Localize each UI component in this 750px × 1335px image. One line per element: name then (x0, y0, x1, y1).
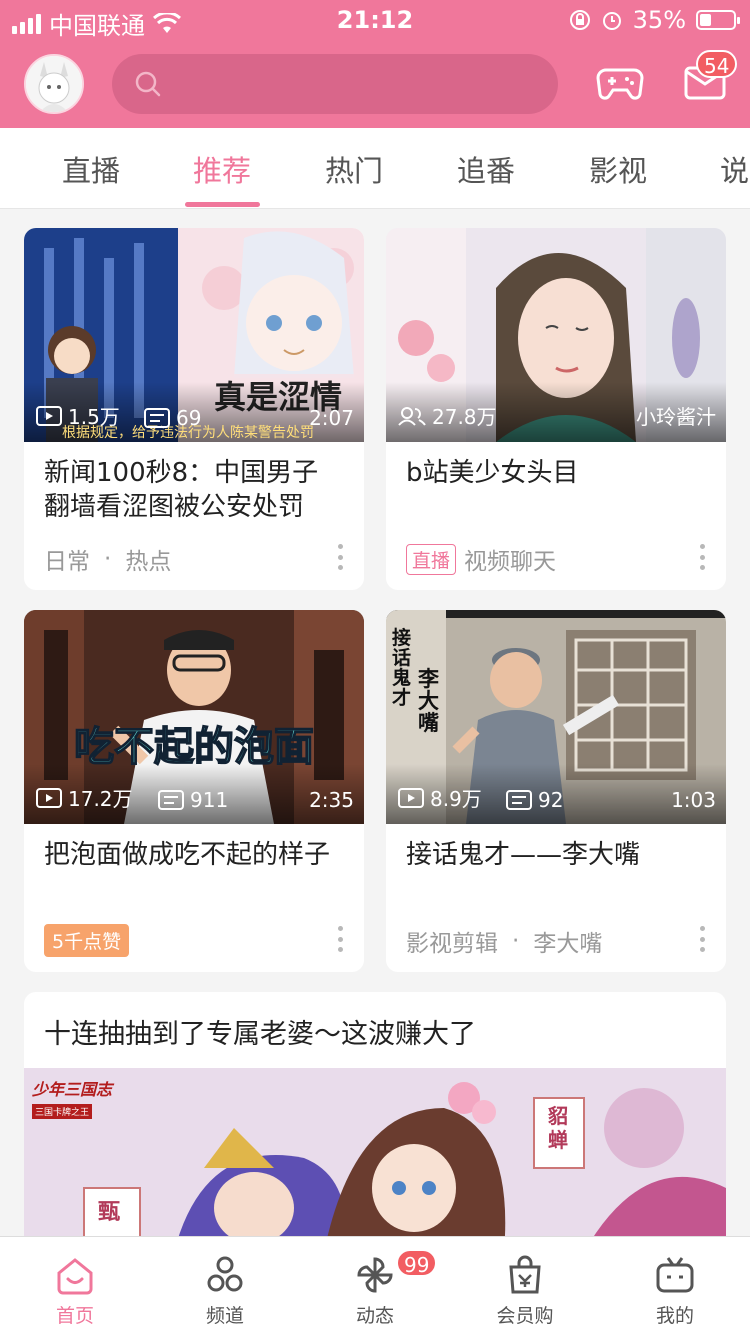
category-tabs: 直播 推荐 热门 追番 影视 说 (0, 128, 750, 209)
tab-label: 我的 (655, 1305, 694, 1327)
promo-title: 十连抽抽到了专属老婆～这波赚大了 (44, 1019, 476, 1050)
dynamics-count-badge: 99 (396, 1249, 438, 1277)
mail-count-badge: 54 (696, 50, 738, 78)
view-count: 17.2万 (36, 783, 133, 812)
comment-count: 69 (144, 406, 201, 430)
tab-anime[interactable]: 追番 (457, 148, 515, 190)
video-card[interactable]: 接话鬼才 李大嘴 8.9万 92 1:03 接话鬼才——李大嘴 影视剪辑 · 李… (386, 610, 726, 972)
game-logo: 少年三国志 三国卡牌之王 (32, 1076, 122, 1128)
game-logo-subtitle: 三国卡牌之王 (32, 1104, 93, 1119)
play-icon (36, 787, 62, 808)
tag-label: 影视剪辑 (406, 931, 498, 957)
comment-count: 911 (158, 788, 228, 812)
rotation-lock-icon (569, 10, 590, 30)
play-icon (398, 787, 424, 808)
more-options-icon[interactable] (700, 544, 706, 570)
duration: 1:03 (671, 788, 716, 812)
live-category: 视频聊天 (464, 549, 557, 575)
promo-banner: 甄 貂蝉 少年三国志 三国卡牌之王 (24, 1068, 726, 1252)
tab-mine[interactable]: 我的 (600, 1237, 750, 1335)
views-label: 8.9万 (430, 787, 482, 811)
danmaku-icon (144, 408, 170, 428)
danmaku-icon (158, 790, 184, 810)
live-tag: 直播 (406, 543, 457, 575)
live-thumbnail: 27.8万 小玲酱汁 (386, 228, 726, 442)
video-card[interactable]: 吃不起的泡面 17.2万 911 2:35 把泡面做成吃不起的样子 5千点赞 (24, 610, 364, 972)
views-label: 17.2万 (68, 787, 133, 811)
more-options-icon[interactable] (338, 926, 344, 952)
comments-label: 92 (538, 788, 564, 812)
tab-hot[interactable]: 热门 (325, 148, 383, 190)
alarm-icon (602, 12, 621, 30)
play-icon (36, 405, 62, 426)
tab-film[interactable]: 影视 (589, 148, 647, 190)
thumbnail-overlay-text: 接话鬼才 (392, 627, 412, 709)
game-logo-text: 少年三国志 (32, 1080, 113, 1099)
likes-badge: 5千点赞 (44, 924, 130, 957)
promo-badge-left: 甄 (98, 1200, 121, 1225)
tab-recommend[interactable]: 推荐 (193, 148, 251, 190)
video-tags: 影视剪辑 · 李大嘴 (406, 924, 602, 958)
battery-level (700, 14, 711, 26)
battery-icon (696, 10, 740, 30)
app-header: 54 (0, 40, 750, 128)
shopping-bag-icon (509, 1255, 541, 1294)
views-label: 1.5万 (68, 405, 120, 429)
video-title: 接话鬼才——李大嘴 (406, 840, 641, 870)
view-count: 1.5万 (36, 401, 120, 430)
tab-indicator (185, 202, 260, 207)
search-icon (135, 71, 161, 97)
live-card[interactable]: 27.8万 小玲酱汁 b站美少女头目 直播 视频聊天 (386, 228, 726, 590)
tab-label: 动态 (355, 1305, 394, 1327)
live-info: 直播 视频聊天 (406, 542, 556, 576)
tab-channels[interactable]: 频道 (150, 1237, 300, 1335)
tv-icon (656, 1257, 694, 1293)
thumbnail-overlay-text: 李大嘴 (418, 667, 439, 735)
danmaku-icon (506, 790, 532, 810)
tag-label: 日常 (44, 549, 90, 575)
duration: 2:07 (309, 406, 354, 430)
tag-label: 李大嘴 (533, 931, 603, 957)
uploader-name: 小玲酱汁 (636, 405, 716, 429)
video-tags: 日常 · 热点 (44, 542, 171, 576)
search-bar[interactable] (112, 54, 558, 114)
promo-card[interactable]: 十连抽抽到了专属老婆～这波赚大了 甄 貂蝉 少年三国志 三国卡牌之王 (24, 992, 726, 1252)
comments-label: 911 (190, 788, 229, 812)
bottom-tab-bar: 首页 频道 99 动态 会员购 我的 (0, 1236, 750, 1335)
home-icon (57, 1258, 93, 1295)
video-title: b站美少女头目 (406, 458, 579, 488)
comment-count: 92 (506, 788, 563, 812)
promo-badge-right: 貂蝉 (548, 1104, 568, 1152)
more-options-icon[interactable] (700, 926, 706, 952)
battery-percent: 35% (632, 6, 686, 34)
viewers-icon (398, 406, 426, 426)
tab-home[interactable]: 首页 (0, 1237, 150, 1335)
tab-live[interactable]: 直播 (62, 148, 120, 190)
video-card[interactable]: 真是涩情 根据规定，给予违法行为人陈某警告处罚 1.5万 69 2:07 新闻1… (24, 228, 364, 590)
comments-label: 69 (176, 406, 202, 430)
channels-icon (207, 1256, 243, 1292)
view-count: 8.9万 (398, 783, 482, 812)
video-badge-row: 5千点赞 (44, 924, 130, 957)
tab-label: 首页 (55, 1305, 94, 1327)
video-title: 把泡面做成吃不起的样子 (44, 840, 331, 870)
tab-label: 频道 (205, 1305, 244, 1327)
tag-label: 热点 (125, 549, 172, 575)
tab-vip-shop[interactable]: 会员购 (450, 1237, 600, 1335)
duration: 2:35 (309, 788, 354, 812)
tab-more[interactable]: 说 (720, 148, 749, 190)
avatar[interactable] (24, 54, 84, 114)
game-controller-icon[interactable] (596, 64, 644, 104)
more-options-icon[interactable] (338, 544, 344, 570)
status-bar: 中国联通 21:12 35% (0, 0, 750, 40)
video-thumbnail: 吃不起的泡面 17.2万 911 2:35 (24, 610, 364, 824)
tab-label: 会员购 (496, 1305, 554, 1327)
viewers-label: 27.8万 (432, 405, 497, 429)
video-thumbnail: 接话鬼才 李大嘴 8.9万 92 1:03 (386, 610, 726, 824)
video-title: 新闻100秒8：中国男子翻墙看涩图被公安处罚 (44, 458, 319, 522)
video-thumbnail: 真是涩情 根据规定，给予违法行为人陈某警告处罚 1.5万 69 2:07 (24, 228, 364, 442)
tab-dynamics[interactable]: 99 动态 (300, 1237, 450, 1335)
viewer-count: 27.8万 (398, 401, 497, 430)
pinwheel-icon (357, 1257, 393, 1293)
